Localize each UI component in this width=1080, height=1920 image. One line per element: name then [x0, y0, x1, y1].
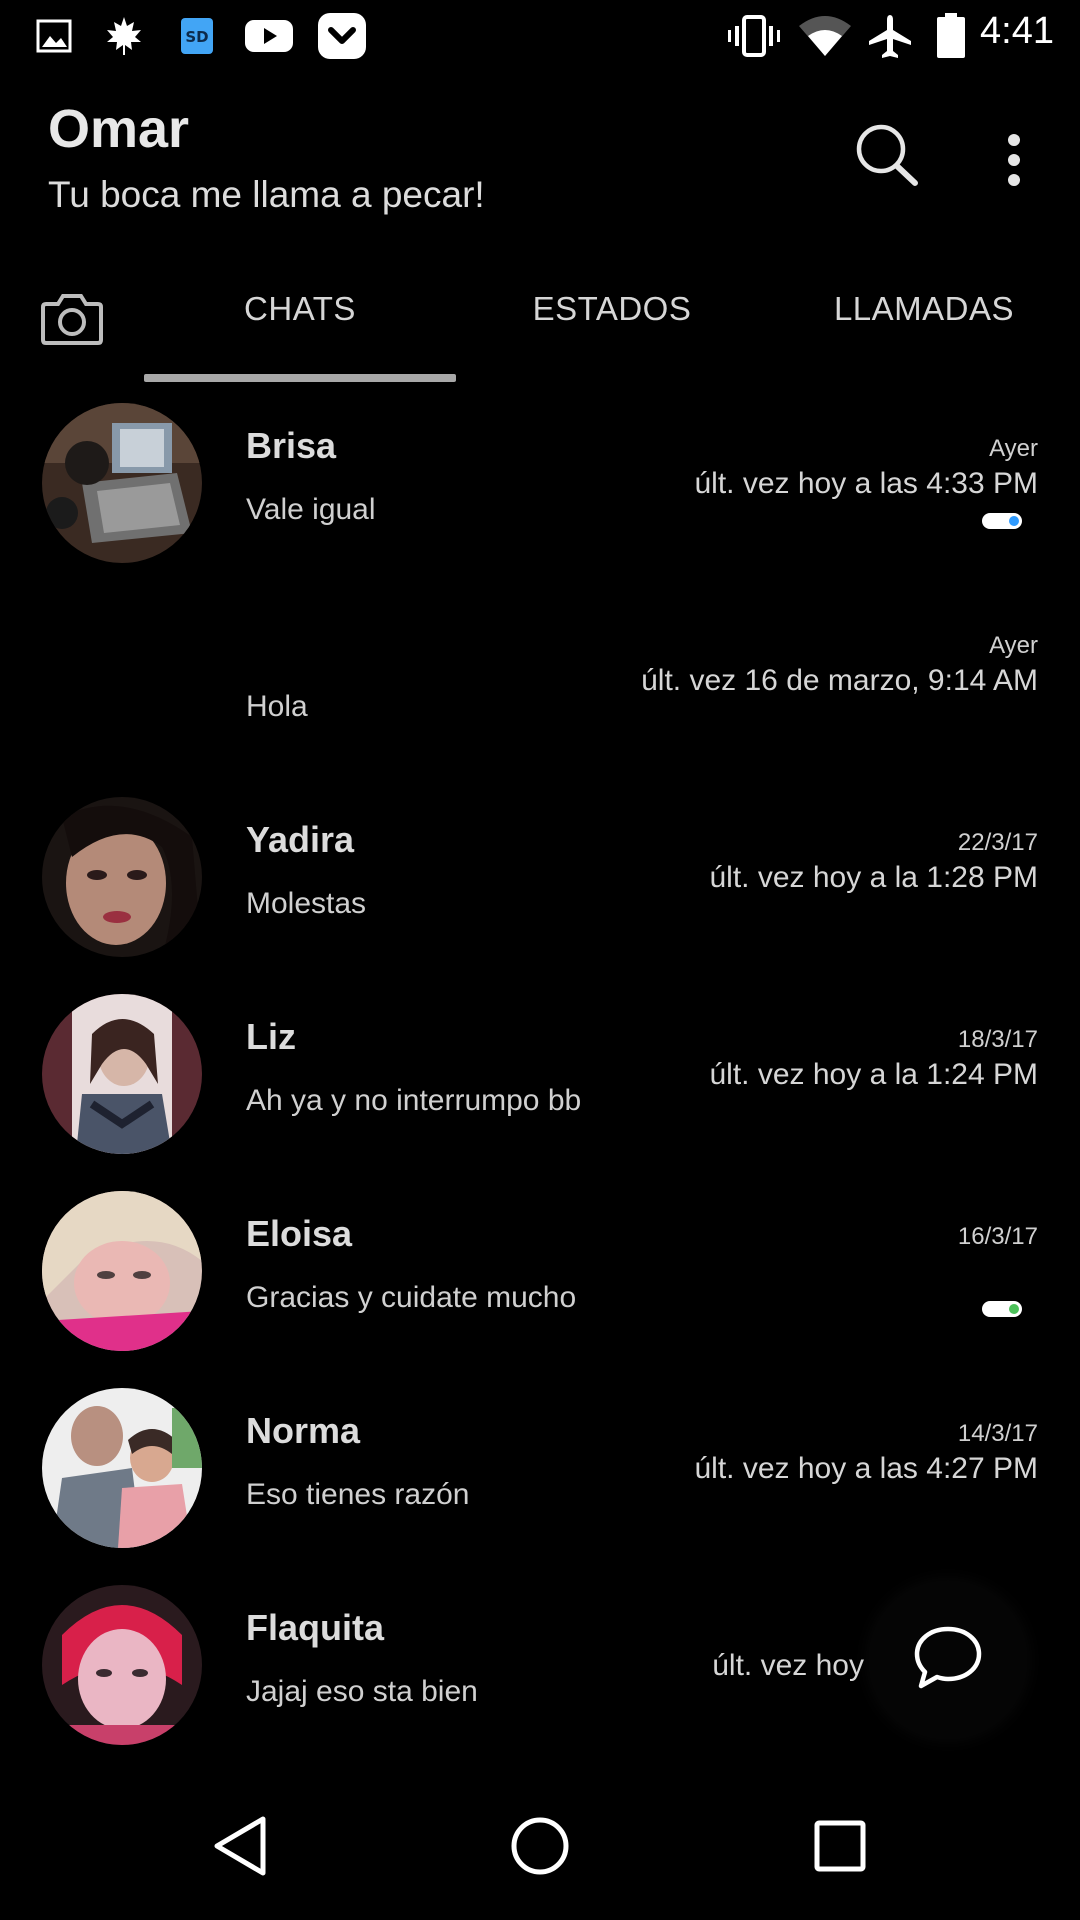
chat-last-seen: últ. vez hoy a las 4:33 PM: [694, 467, 1038, 500]
chat-date: 16/3/17: [957, 1223, 1038, 1250]
chat-last-message: Hola: [246, 690, 308, 723]
sd-card-icon: SD: [178, 12, 216, 60]
gallery-icon: [34, 12, 74, 60]
search-button[interactable]: [846, 116, 930, 200]
chat-date: Ayer: [989, 435, 1038, 462]
chat-row-brisa[interactable]: Brisa Vale igual Ayer últ. vez hoy a las…: [0, 395, 1080, 592]
battery-icon: [934, 12, 968, 60]
youtube-icon: [244, 12, 294, 60]
wifi-icon: [798, 12, 852, 60]
tab-bar: CHATS ESTADOS LLAMADAS: [0, 270, 1080, 386]
camera-icon: [40, 290, 104, 350]
chat-name: Yadira: [246, 819, 355, 860]
svg-text:SD: SD: [185, 28, 208, 46]
chat-name: Flaquita: [246, 1607, 385, 1648]
nav-recents-button[interactable]: [798, 1806, 882, 1890]
home-icon: [509, 1815, 571, 1881]
chat-name: Brisa: [246, 425, 337, 466]
leaf-icon: [102, 12, 146, 60]
tab-chats[interactable]: CHATS: [144, 290, 456, 328]
more-options-button[interactable]: [984, 120, 1044, 204]
tab-llamadas[interactable]: LLAMADAS: [768, 290, 1080, 328]
chat-last-seen: últ. vez hoy a la 1:24 PM: [709, 1058, 1038, 1091]
chat-name: Norma: [246, 1410, 361, 1451]
tab-camera[interactable]: [30, 278, 114, 362]
recents-icon: [813, 1819, 867, 1877]
new-chat-button[interactable]: [868, 1580, 1028, 1740]
status-indicator: [982, 513, 1022, 529]
avatar[interactable]: [42, 994, 202, 1154]
system-nav-bar: [0, 1776, 1080, 1920]
chat-last-message: Gracias y cuidate mucho: [246, 1281, 577, 1314]
chat-date: Ayer: [989, 632, 1038, 659]
nav-home-button[interactable]: [498, 1806, 582, 1890]
chat-row-unnamed[interactable]: Hola Ayer últ. vez 16 de marzo, 9:14 AM: [0, 592, 1080, 789]
chat-last-message: Eso tienes razón: [246, 1478, 470, 1511]
app-screen: SD 4:41 Omar Tu boca me llama a pecar! C…: [0, 0, 1080, 1920]
contact-status: Tu boca me llama a pecar!: [48, 174, 485, 215]
chat-date: 18/3/17: [957, 1026, 1038, 1053]
new-chat-icon: [913, 1625, 983, 1695]
tab-estados[interactable]: ESTADOS: [456, 290, 768, 328]
chat-row-eloisa[interactable]: Eloisa Gracias y cuidate mucho 16/3/17: [0, 1183, 1080, 1380]
status-indicator: [982, 1301, 1022, 1317]
more-vert-icon: [1006, 132, 1022, 192]
chat-name: Liz: [246, 1016, 296, 1057]
search-icon: [853, 121, 923, 195]
airplane-icon: [866, 12, 914, 60]
avatar[interactable]: [42, 1191, 202, 1351]
vibrate-icon: [726, 12, 782, 60]
chat-row-yadira[interactable]: Yadira Molestas 22/3/17 últ. vez hoy a l…: [0, 789, 1080, 986]
status-bar: SD 4:41: [0, 0, 1080, 72]
contact-title[interactable]: Omar: [48, 98, 189, 160]
avatar[interactable]: [42, 797, 202, 957]
nav-back-button[interactable]: [198, 1806, 282, 1890]
pocket-icon: [316, 12, 368, 60]
chat-last-seen: últ. vez hoy a la 1:28 PM: [709, 861, 1038, 894]
chat-last-seen: últ. vez hoy a las 4:27 PM: [694, 1452, 1038, 1485]
chat-date: 22/3/17: [957, 829, 1038, 856]
back-icon: [211, 1815, 269, 1881]
chat-date: 14/3/17: [957, 1420, 1038, 1447]
chat-last-message: Vale igual: [246, 493, 376, 526]
avatar[interactable]: [42, 1585, 202, 1745]
chat-row-norma[interactable]: Norma Eso tienes razón 14/3/17 últ. vez …: [0, 1380, 1080, 1577]
chat-row-liz[interactable]: Liz Ah ya y no interrumpo bb 18/3/17 últ…: [0, 986, 1080, 1183]
chat-last-message: Ah ya y no interrumpo bb: [246, 1084, 582, 1117]
tab-active-indicator: [144, 374, 456, 382]
chat-last-message: Molestas: [246, 887, 367, 920]
chat-name: Eloisa: [246, 1213, 353, 1254]
chat-last-seen: últ. vez 16 de marzo, 9:14 AM: [641, 664, 1038, 697]
chat-last-message: Jajaj eso sta bien: [246, 1675, 478, 1708]
clock: 4:41: [980, 10, 1054, 52]
chat-last-seen: últ. vez hoy: [712, 1649, 864, 1682]
avatar[interactable]: [42, 403, 202, 563]
avatar[interactable]: [42, 1388, 202, 1548]
